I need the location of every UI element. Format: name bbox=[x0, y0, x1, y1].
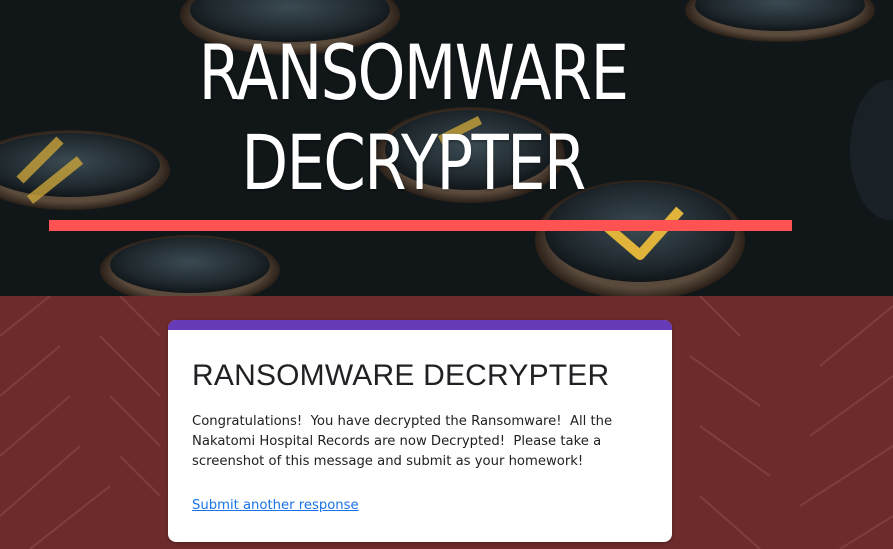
banner-title-line2: DECRYPTER bbox=[241, 118, 586, 207]
form-title: RANSOMWARE DECRYPTER bbox=[192, 359, 610, 392]
banner-title-line1: RANSOMWARE bbox=[198, 28, 629, 117]
submit-another-response-link[interactable]: Submit another response bbox=[192, 498, 359, 513]
banner-title: RANSOMWARE DECRYPTER bbox=[83, 28, 744, 208]
accent-bar bbox=[49, 220, 792, 231]
confirmation-message: Congratulations! You have decrypted the … bbox=[192, 414, 613, 469]
response-card: RANSOMWARE DECRYPTER Congratulations! Yo… bbox=[168, 320, 672, 542]
header-banner: RANSOMWARE DECRYPTER bbox=[0, 0, 893, 296]
card-top-stripe bbox=[168, 320, 672, 330]
